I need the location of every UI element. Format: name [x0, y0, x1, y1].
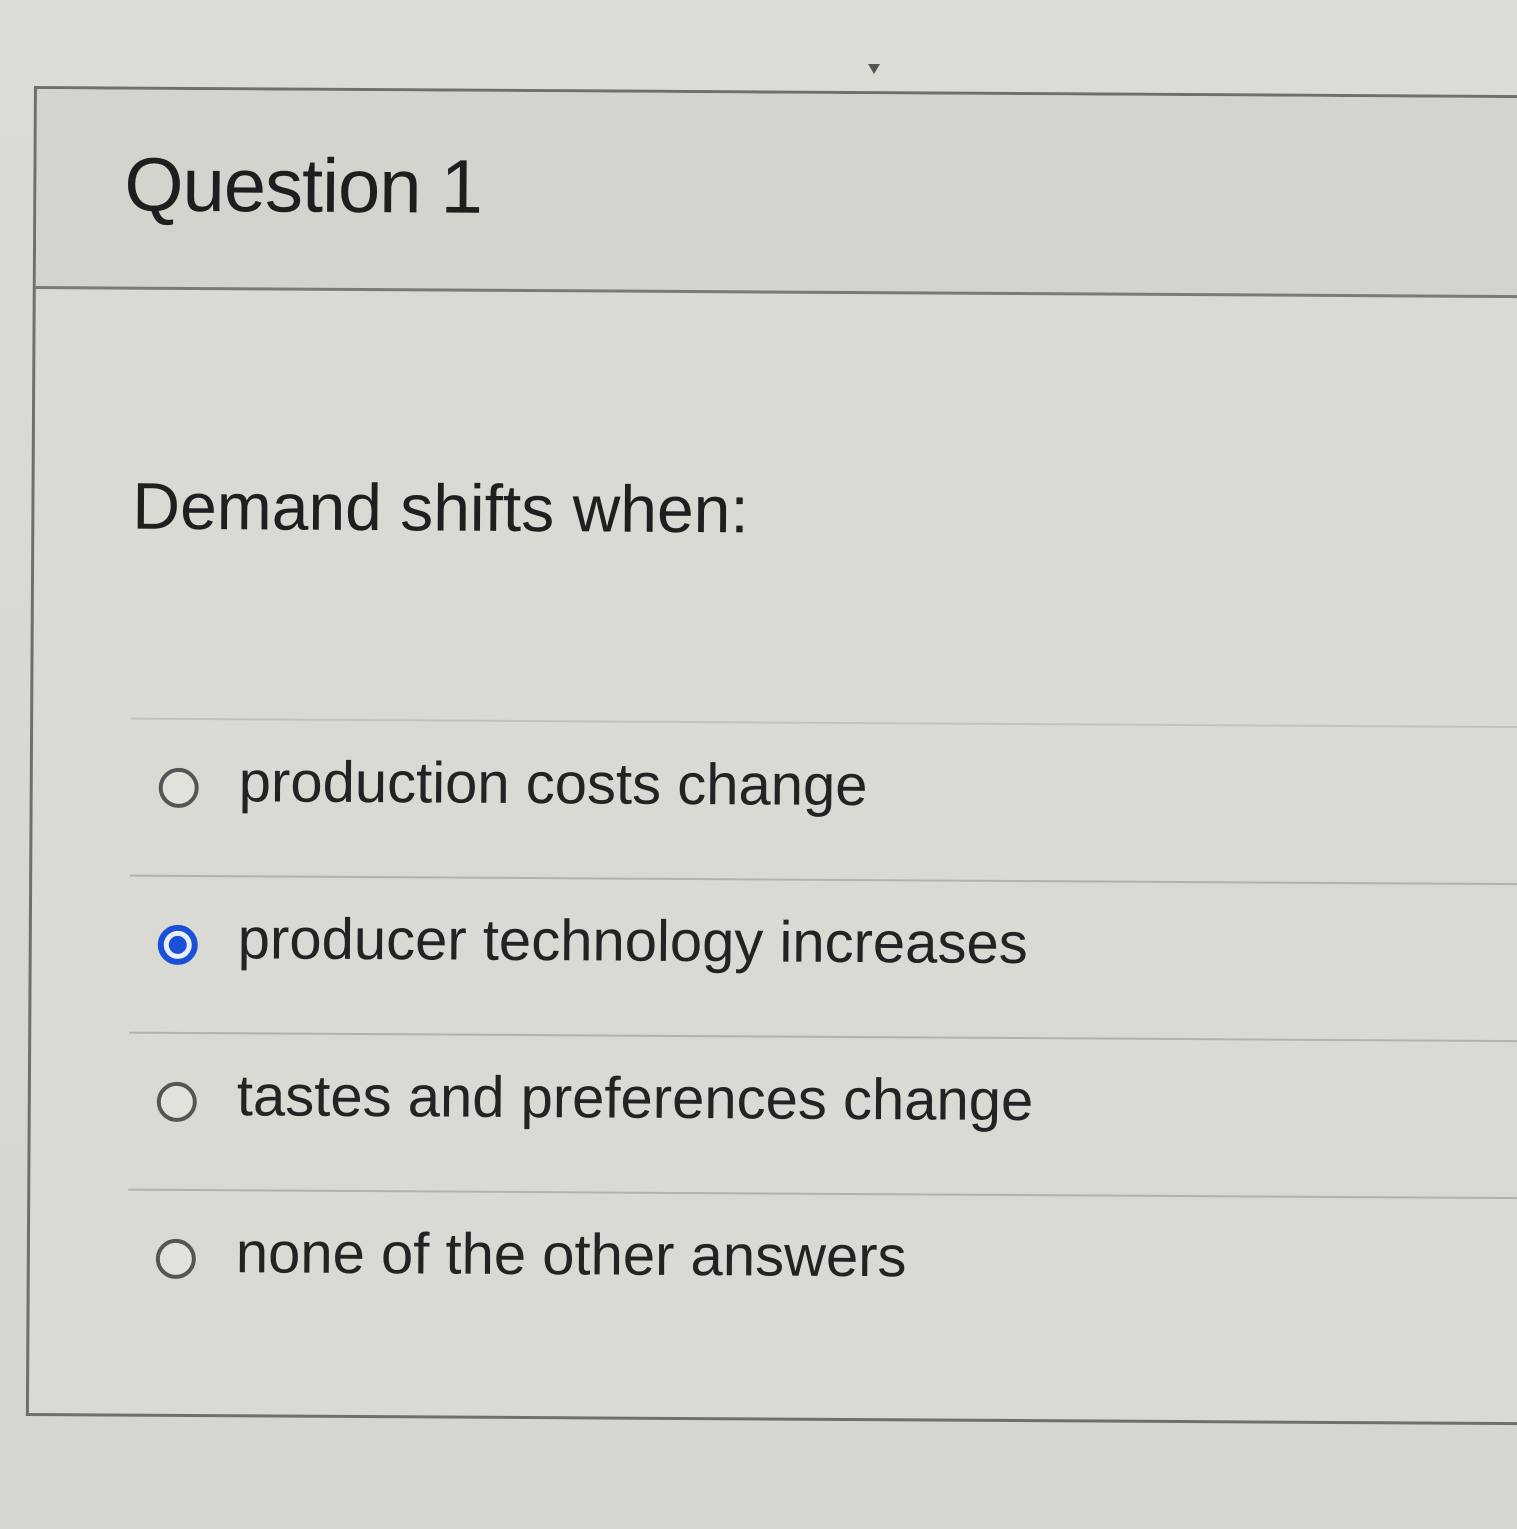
answer-option-tastes-preferences[interactable]: tastes and preferences change: [128, 1031, 1517, 1198]
radio-button[interactable]: [155, 1238, 196, 1280]
question-title: Question 1: [124, 142, 483, 230]
answer-option-production-costs[interactable]: production costs change: [130, 717, 1517, 884]
question-prompt: Demand shifts when:: [132, 468, 749, 547]
answer-option-producer-technology[interactable]: producer technology increases: [129, 874, 1517, 1041]
answer-label[interactable]: tastes and preferences change: [237, 1062, 1034, 1134]
radio-button[interactable]: [156, 1081, 197, 1123]
mouse-cursor-icon: [868, 64, 880, 74]
question-header: Question 1: [35, 89, 1517, 299]
radio-button-selected[interactable]: [157, 924, 198, 966]
answer-option-none-of-the-other[interactable]: none of the other answers: [127, 1188, 1517, 1355]
radio-button[interactable]: [158, 767, 199, 809]
answer-options-list: production costs change producer technol…: [127, 717, 1517, 1355]
answer-label[interactable]: production costs change: [239, 748, 868, 819]
answer-label[interactable]: producer technology increases: [238, 905, 1028, 977]
question-card: Question 1 Demand shifts when: productio…: [25, 86, 1517, 1426]
answer-label[interactable]: none of the other answers: [236, 1219, 907, 1290]
